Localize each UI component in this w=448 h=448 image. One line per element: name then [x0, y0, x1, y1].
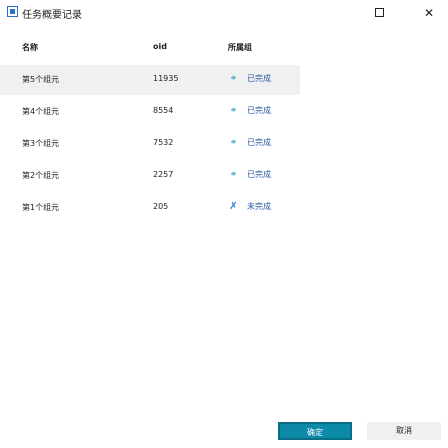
window-title: 任务概要记录 [22, 10, 82, 21]
row-status: ⚭ 已完成 [228, 105, 271, 116]
row-status-text: 已完成 [247, 74, 271, 83]
row-status: ✗ 未完成 [228, 201, 271, 212]
row-oid: 205 [153, 202, 169, 211]
table-row[interactable]: 第5个组元 11935 ⚭ 已完成 [0, 65, 300, 95]
table-row[interactable]: 第1个组元 205 ✗ 未完成 [0, 193, 300, 223]
column-header-oid[interactable]: oid [153, 42, 167, 51]
row-name: 第1个组元 [22, 203, 60, 212]
maximize-icon [375, 8, 384, 17]
row-name: 第5个组元 [22, 75, 60, 84]
row-status-text: 已完成 [247, 106, 271, 115]
row-oid: 2257 [153, 170, 174, 179]
row-status-text: 已完成 [247, 138, 271, 147]
row-oid: 8554 [153, 106, 174, 115]
table-row[interactable]: 第3个组元 7532 ⚭ 已完成 [0, 129, 300, 159]
close-icon: ✕ [423, 6, 435, 20]
ok-button[interactable]: 确定 [278, 422, 352, 440]
row-name: 第4个组元 [22, 107, 60, 116]
row-status-text: 已完成 [247, 170, 271, 179]
linked-nodes-icon: ⚭ [229, 74, 238, 84]
row-oid: 7532 [153, 138, 174, 147]
cancel-button[interactable]: 取消 [367, 422, 441, 440]
row-status: ⚭ 已完成 [228, 73, 271, 84]
table-row[interactable]: 第2个组元 2257 ⚭ 已完成 [0, 161, 300, 191]
title-bar: 任务概要记录 ✕ [0, 0, 448, 26]
column-header-name[interactable]: 名称 [22, 42, 38, 53]
column-header-status[interactable]: 所属组 [228, 42, 252, 53]
row-status: ⚭ 已完成 [228, 137, 271, 148]
x-mark-icon: ✗ [229, 201, 238, 212]
row-oid: 11935 [153, 74, 179, 83]
linked-nodes-icon: ⚭ [229, 138, 238, 148]
row-name: 第2个组元 [22, 171, 60, 180]
row-status-text: 未完成 [247, 202, 271, 211]
linked-nodes-icon: ⚭ [229, 170, 238, 180]
close-button[interactable]: ✕ [418, 3, 440, 23]
app-window-icon [7, 6, 18, 17]
row-name: 第3个组元 [22, 139, 60, 148]
table-row[interactable]: 第4个组元 8554 ⚭ 已完成 [0, 97, 300, 127]
linked-nodes-icon: ⚭ [229, 106, 238, 116]
row-status: ⚭ 已完成 [228, 169, 271, 180]
maximize-button[interactable] [369, 3, 391, 23]
